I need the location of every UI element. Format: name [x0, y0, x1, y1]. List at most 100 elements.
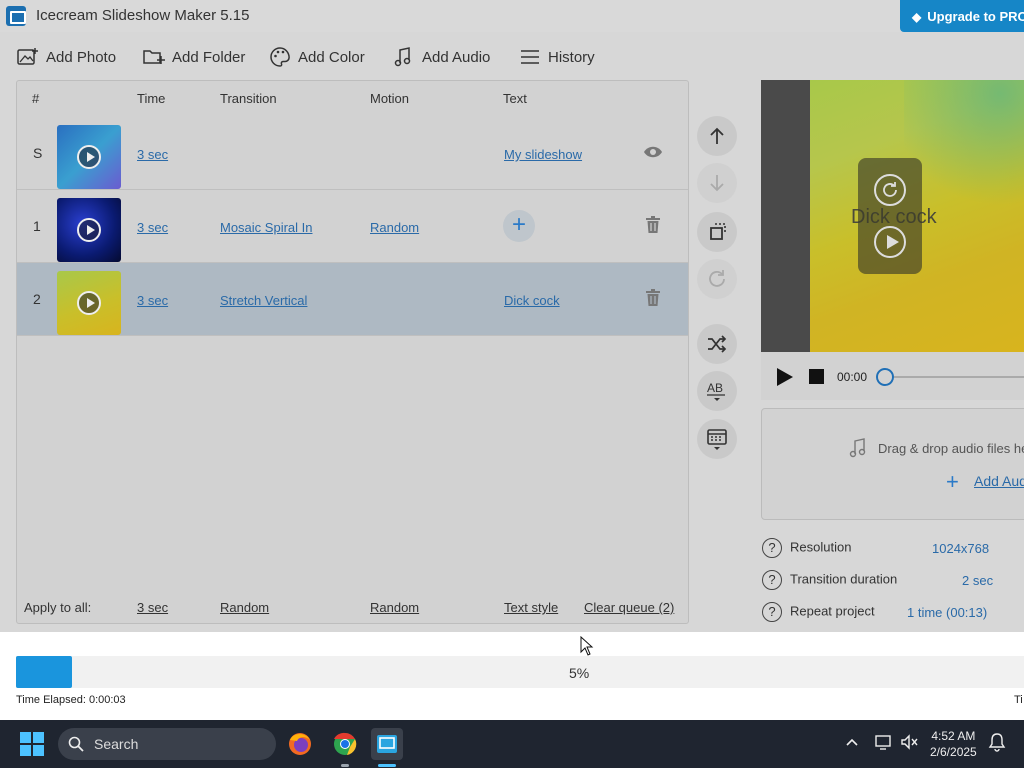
- slides-table: # Time Transition Motion Text S 3 sec My…: [16, 80, 689, 624]
- text-link[interactable]: Dick cock: [504, 293, 560, 308]
- notification-bell-icon[interactable]: [988, 732, 1006, 752]
- clock-date: 2/6/2025: [930, 745, 977, 759]
- help-icon[interactable]: ?: [762, 538, 782, 558]
- slide-thumbnail[interactable]: [57, 271, 121, 335]
- active-app-indicator: [378, 764, 396, 767]
- repeat-project-label: Repeat project: [790, 603, 875, 619]
- chevron-up-icon[interactable]: [845, 732, 859, 752]
- plus-icon[interactable]: +: [946, 469, 959, 495]
- shuffle-button[interactable]: [697, 324, 737, 364]
- header-time: Time: [137, 91, 166, 106]
- crop-button[interactable]: [697, 212, 737, 252]
- calendar-button[interactable]: [697, 419, 737, 459]
- network-icon[interactable]: [874, 732, 894, 752]
- add-audio-label: Add Audio: [422, 48, 491, 66]
- play-icon[interactable]: [874, 226, 906, 258]
- add-color-button[interactable]: Add Color: [268, 44, 365, 70]
- repeat-project-value[interactable]: 1 time (00:13): [907, 605, 987, 620]
- transition-duration-label: Transition duration: [790, 571, 898, 587]
- replay-icon[interactable]: [874, 174, 906, 206]
- shuffle-icon: [708, 335, 727, 353]
- apply-transition-link[interactable]: Random: [220, 600, 269, 615]
- row-number: 1: [33, 218, 41, 234]
- time-remaining-label: Ti: [1014, 694, 1023, 706]
- play-button[interactable]: [777, 368, 793, 386]
- rotate-button[interactable]: [697, 259, 737, 299]
- add-photo-icon: [16, 46, 40, 68]
- slide-thumbnail[interactable]: [57, 198, 121, 262]
- resolution-label: Resolution: [790, 539, 852, 555]
- clear-queue-link[interactable]: Clear queue (2): [584, 600, 674, 615]
- taskbar-search[interactable]: Search: [58, 728, 276, 760]
- arrow-down-icon: [710, 175, 724, 192]
- slideshow-maker-taskbar-icon[interactable]: [371, 728, 403, 760]
- chrome-icon[interactable]: [329, 728, 361, 760]
- transition-link[interactable]: Mosaic Spiral In: [220, 220, 312, 235]
- drop-audio-text: Drag & drop audio files here: [878, 441, 1024, 456]
- move-down-button[interactable]: [697, 163, 737, 203]
- add-text-button[interactable]: +: [503, 210, 535, 242]
- play-icon[interactable]: [77, 291, 101, 315]
- add-color-label: Add Color: [298, 48, 365, 66]
- upgrade-button[interactable]: ◆ Upgrade to PRO: [900, 0, 1024, 32]
- play-icon[interactable]: [77, 218, 101, 242]
- time-link[interactable]: 3 sec: [137, 293, 168, 308]
- windows-start-icon[interactable]: [20, 732, 44, 756]
- add-photo-label: Add Photo: [46, 48, 117, 66]
- header-motion: Motion: [370, 91, 410, 106]
- apply-motion-link[interactable]: Random: [370, 600, 419, 615]
- slide-preview[interactable]: Dick cock: [761, 80, 1024, 352]
- transition-link[interactable]: Stretch Vertical: [220, 293, 307, 308]
- eye-icon[interactable]: [643, 145, 663, 159]
- player-controls: 00:00: [761, 352, 1024, 400]
- transition-duration-value[interactable]: 2 sec: [962, 573, 993, 588]
- text-style-button[interactable]: AB: [697, 371, 737, 411]
- resolution-value[interactable]: 1024x768: [932, 541, 989, 556]
- trash-icon[interactable]: [645, 216, 661, 234]
- history-button[interactable]: History: [518, 44, 595, 70]
- crop-icon: [710, 223, 726, 240]
- row-number: S: [33, 145, 43, 161]
- add-audio-button[interactable]: Add Audio: [392, 44, 490, 70]
- audio-drop-zone[interactable]: Drag & drop audio files here + Add Audio: [761, 408, 1024, 520]
- add-audio-link[interactable]: Add Audio: [974, 473, 1024, 489]
- music-note-icon: [392, 46, 416, 68]
- music-note-icon: [849, 438, 866, 458]
- table-row-selected[interactable]: 2 3 sec Stretch Vertical Dick cock: [17, 263, 688, 336]
- taskbar: Search 4:52 AM 2/6/2025: [0, 720, 1024, 768]
- add-photo-button[interactable]: Add Photo: [16, 44, 116, 70]
- firefox-icon[interactable]: [284, 728, 316, 760]
- apply-time-link[interactable]: 3 sec: [137, 600, 168, 615]
- header-num: #: [32, 91, 40, 106]
- search-icon: [68, 736, 84, 752]
- taskbar-clock[interactable]: 4:52 AM 2/6/2025: [930, 728, 977, 760]
- help-icon[interactable]: ?: [762, 570, 782, 590]
- table-row[interactable]: S 3 sec My slideshow: [17, 117, 688, 190]
- repeat-project-setting: ? Repeat project: [762, 602, 875, 622]
- apply-to-all-bar: Apply to all: 3 sec Random Random Text s…: [17, 591, 688, 623]
- progress-track: [16, 656, 1024, 688]
- add-folder-button[interactable]: Add Folder: [142, 44, 245, 70]
- header-text: Text: [503, 91, 527, 106]
- text-link[interactable]: My slideshow: [504, 147, 582, 162]
- slide-thumbnail[interactable]: [57, 125, 121, 189]
- move-up-button[interactable]: [697, 116, 737, 156]
- time-link[interactable]: 3 sec: [137, 220, 168, 235]
- help-icon[interactable]: ?: [762, 602, 782, 622]
- clock-time: 4:52 AM: [931, 729, 976, 743]
- seek-track[interactable]: [894, 376, 1024, 378]
- title-bar: Icecream Slideshow Maker 5.15 ◆ Upgrade t…: [0, 0, 1024, 32]
- arrow-up-icon: [710, 127, 724, 144]
- motion-link[interactable]: Random: [370, 220, 419, 235]
- palette-icon: [268, 46, 292, 68]
- volume-muted-icon[interactable]: [900, 732, 920, 752]
- trash-icon[interactable]: [645, 289, 661, 307]
- play-icon[interactable]: [77, 145, 101, 169]
- progress-percent: 5%: [569, 665, 590, 681]
- time-link[interactable]: 3 sec: [137, 147, 168, 162]
- table-row[interactable]: 1 3 sec Mosaic Spiral In Random +: [17, 190, 688, 263]
- text-style-link[interactable]: Text style: [504, 600, 558, 615]
- seek-handle[interactable]: [876, 368, 894, 386]
- stop-button[interactable]: [809, 369, 824, 384]
- toolbar: Add Photo Add Folder Add Color Add Audio…: [0, 38, 700, 74]
